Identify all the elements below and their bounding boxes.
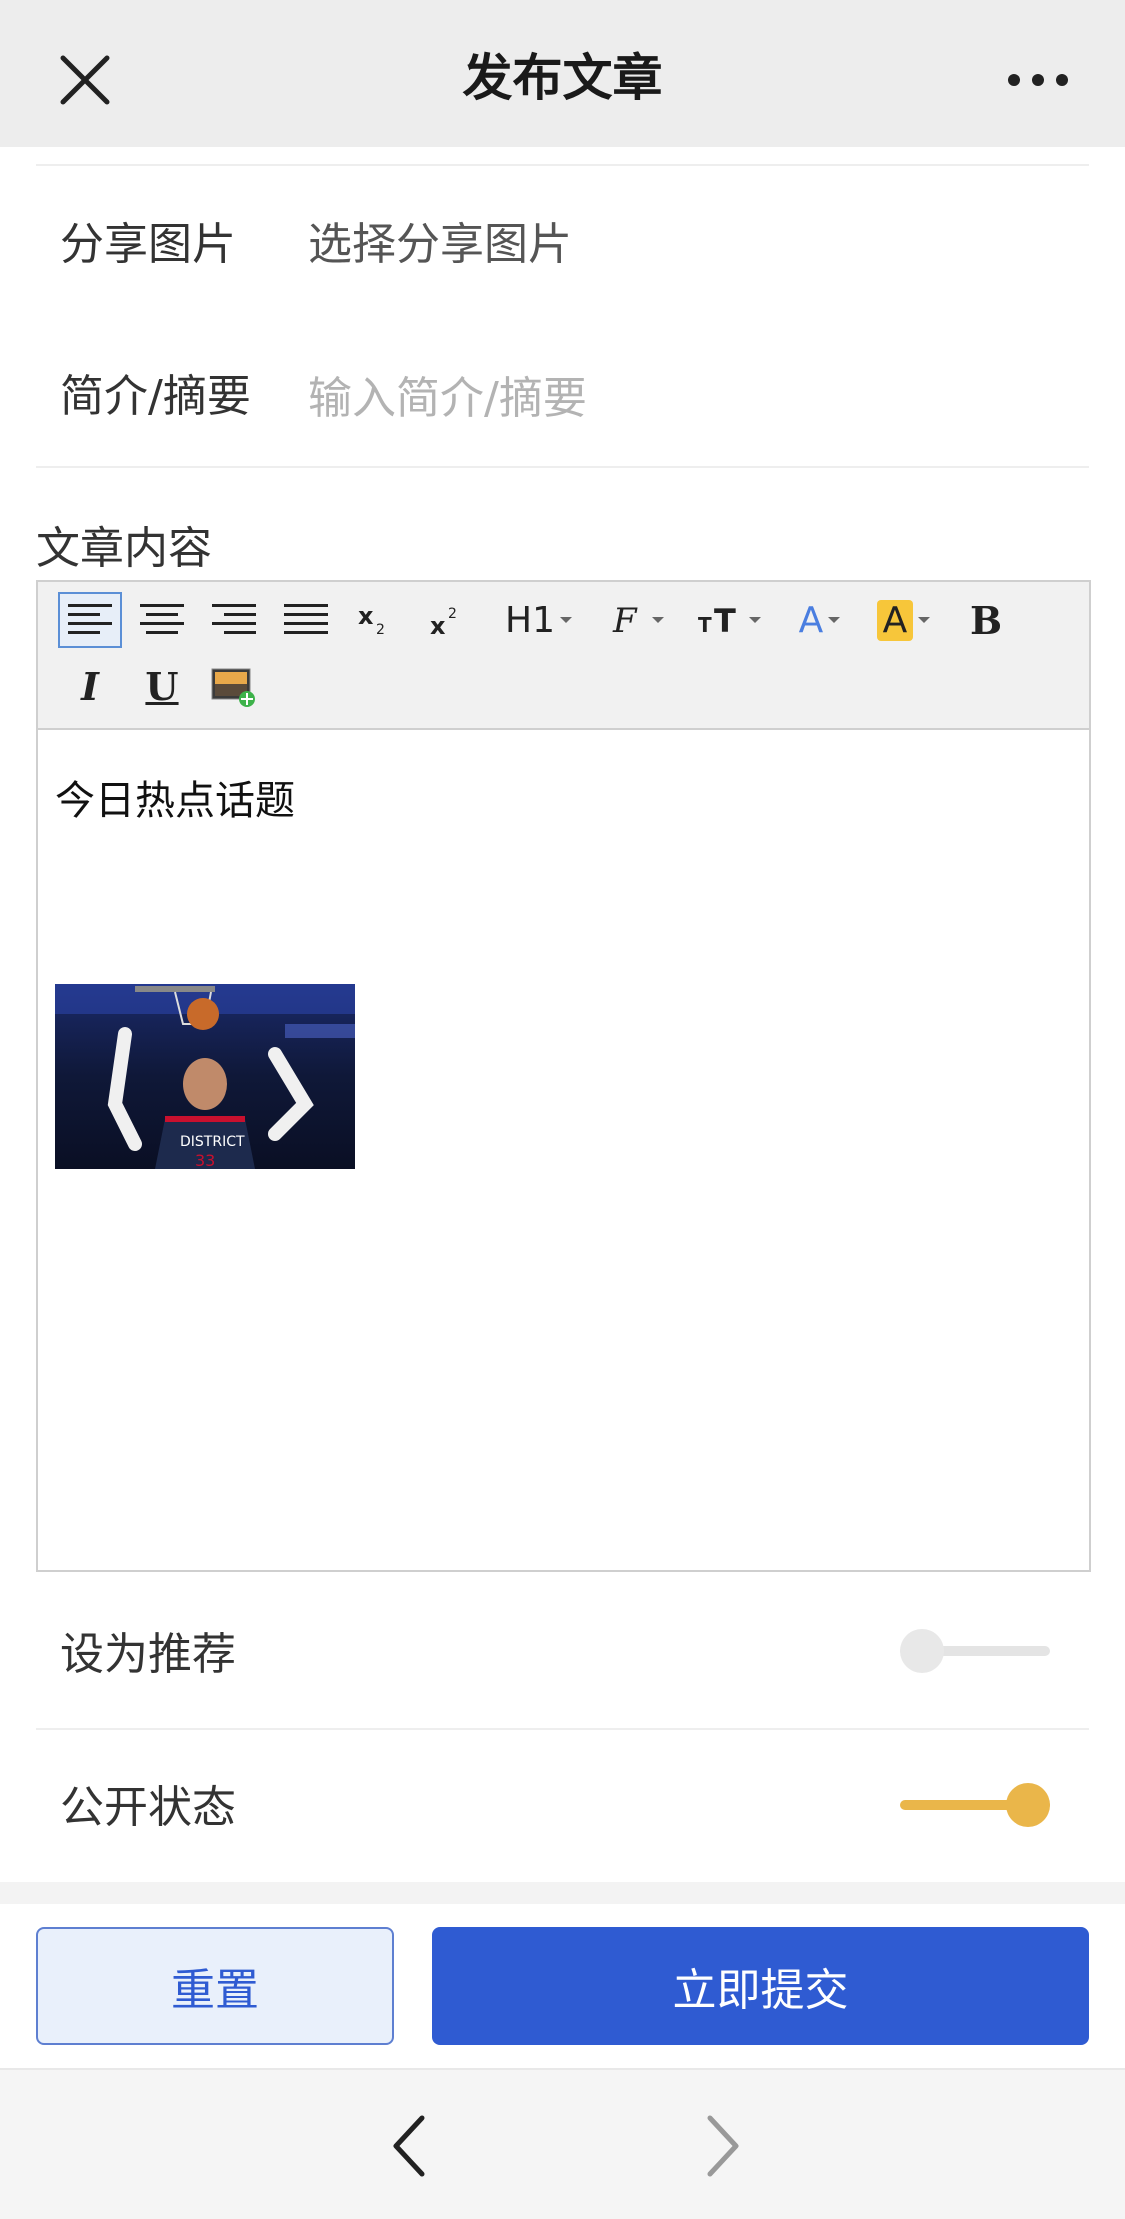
italic-icon: I xyxy=(81,663,99,709)
reset-button[interactable]: 重置 xyxy=(36,1927,394,2045)
heading-dropdown[interactable]: H1 xyxy=(494,592,584,648)
font-family-dropdown[interactable]: F xyxy=(598,592,678,648)
close-icon xyxy=(60,55,110,105)
divider xyxy=(0,1882,1125,1904)
embedded-photo: DISTRICT 33 xyxy=(55,984,355,1169)
chevron-down-icon xyxy=(652,617,664,623)
chevron-right-icon xyxy=(707,2115,739,2177)
chevron-left-icon xyxy=(393,2115,425,2177)
align-left-button[interactable] xyxy=(58,592,122,648)
align-justify-icon xyxy=(284,604,328,634)
submit-button[interactable]: 立即提交 xyxy=(432,1927,1089,2045)
svg-text:x: x xyxy=(358,602,374,630)
subscript-icon: x 2 xyxy=(358,602,385,638)
chevron-down-icon xyxy=(828,617,841,623)
underline-button[interactable]: U xyxy=(130,658,194,714)
summary-input[interactable]: 输入简介/摘要 xyxy=(308,362,587,426)
chevron-down-icon xyxy=(918,617,931,623)
toggle-knob xyxy=(1006,1783,1050,1827)
highlight-color-dropdown[interactable]: A xyxy=(860,592,948,648)
back-button[interactable] xyxy=(382,2106,442,2186)
svg-text:33: 33 xyxy=(195,1151,215,1169)
editor-toolbar: x 2 x 2 H1 F T T A A B I U xyxy=(38,582,1089,730)
align-center-icon xyxy=(140,604,184,634)
underline-icon: U xyxy=(145,663,179,709)
recommend-label: 设为推荐 xyxy=(60,1629,236,1680)
chevron-down-icon xyxy=(749,617,761,623)
font-color-dropdown[interactable]: A xyxy=(780,592,860,648)
bold-icon: B xyxy=(969,597,1003,643)
subscript-button[interactable]: x 2 xyxy=(346,592,410,648)
superscript-button[interactable]: x 2 xyxy=(418,592,482,648)
divider xyxy=(36,1728,1089,1730)
rich-text-editor: x 2 x 2 H1 F T T A A B I U 今日热点话题 DISTRI… xyxy=(36,580,1091,1572)
editor-text: 今日热点话题 xyxy=(55,778,295,824)
svg-text:T: T xyxy=(698,613,712,637)
superscript-icon: x 2 xyxy=(430,606,457,640)
public-toggle[interactable] xyxy=(900,1780,1050,1830)
browser-nav-bar xyxy=(0,2068,1125,2219)
font-size-dropdown[interactable]: T T xyxy=(690,592,770,648)
chevron-down-icon xyxy=(559,617,572,623)
divider xyxy=(36,466,1089,468)
divider xyxy=(36,164,1089,166)
italic-button[interactable]: I xyxy=(58,658,122,714)
insert-image-button[interactable] xyxy=(202,658,266,714)
align-right-button[interactable] xyxy=(202,592,266,648)
bold-button[interactable]: B xyxy=(954,592,1018,648)
svg-text:T: T xyxy=(714,602,736,640)
header-bar: 发布文章 xyxy=(0,0,1125,147)
font-size-icon: T T xyxy=(698,602,736,640)
forward-button[interactable] xyxy=(690,2106,750,2186)
svg-text:F: F xyxy=(612,601,638,640)
highlight-color-icon: A xyxy=(876,599,914,641)
align-left-icon xyxy=(68,604,112,634)
page-title: 发布文章 xyxy=(462,48,663,107)
font-family-icon: F xyxy=(612,601,638,640)
svg-text:DISTRICT: DISTRICT xyxy=(180,1134,245,1150)
svg-text:2: 2 xyxy=(376,622,385,638)
svg-text:2: 2 xyxy=(448,606,457,622)
insert-image-icon xyxy=(211,668,255,707)
public-label: 公开状态 xyxy=(60,1782,236,1833)
align-right-icon xyxy=(212,604,256,634)
summary-label: 简介/摘要 xyxy=(60,371,251,422)
heading-label: H1 xyxy=(505,599,555,641)
content-label: 文章内容 xyxy=(36,523,212,574)
more-icon xyxy=(1008,74,1068,86)
recommend-toggle[interactable] xyxy=(900,1626,1050,1676)
toggle-knob xyxy=(900,1629,944,1673)
align-center-button[interactable] xyxy=(130,592,194,648)
font-color-icon: A xyxy=(798,599,824,641)
share-image-picker[interactable]: 选择分享图片 xyxy=(308,208,572,272)
align-justify-button[interactable] xyxy=(274,592,338,648)
svg-text:x: x xyxy=(430,612,446,640)
more-button[interactable] xyxy=(1006,60,1070,100)
share-image-label: 分享图片 xyxy=(60,219,236,270)
close-button[interactable] xyxy=(55,50,115,110)
editor-content-area[interactable]: 今日热点话题 DISTRICT 33 xyxy=(38,730,1089,1570)
